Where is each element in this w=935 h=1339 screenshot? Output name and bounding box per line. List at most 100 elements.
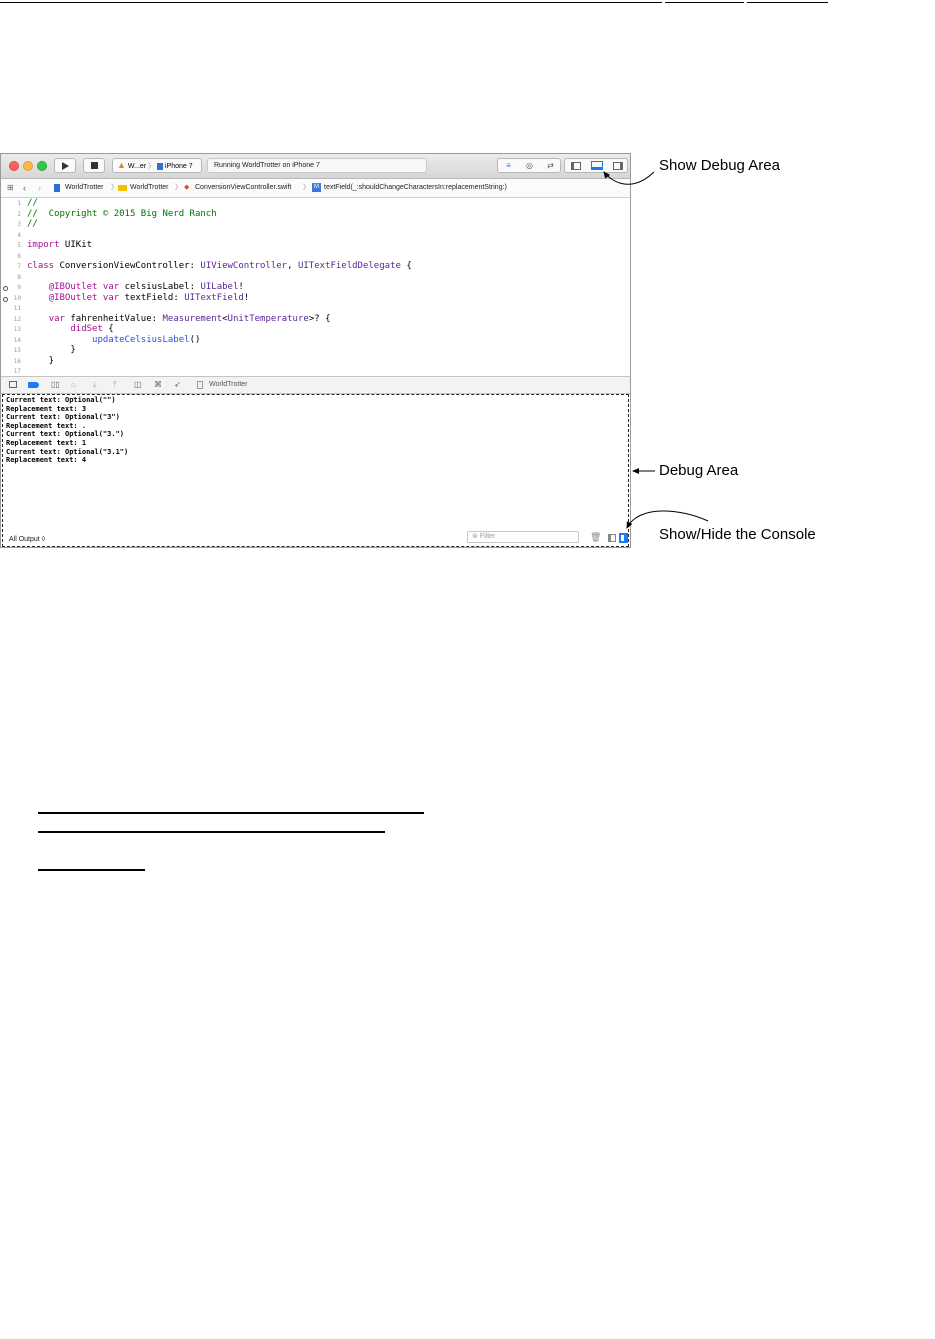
- device-icon: [157, 162, 164, 170]
- xcode-window: ▲ W...er 〉 iPhone 7 Running WorldTrotter…: [0, 153, 631, 548]
- code-line: }: [27, 356, 55, 366]
- line-number: 15: [13, 347, 21, 354]
- debug-target-label: WorldTrotter: [209, 381, 248, 388]
- code-line: //: [27, 198, 38, 208]
- console-line: Current text: Optional("3.1"): [6, 447, 129, 456]
- chevron-right-icon: 〉: [148, 163, 156, 170]
- line-number: 11: [13, 305, 21, 312]
- zoom-window-button[interactable]: [37, 161, 47, 171]
- console-line: Replacement text: .: [6, 421, 87, 430]
- rule: [38, 831, 385, 833]
- method-icon: M: [312, 183, 321, 192]
- rule: [38, 812, 424, 814]
- top-rule-3: [747, 2, 828, 3]
- folder-icon: [118, 185, 127, 191]
- stop-button[interactable]: [83, 158, 105, 173]
- code-line: import UIKit: [27, 240, 93, 250]
- show-utilities-icon[interactable]: [607, 159, 628, 172]
- hide-debug-area-icon[interactable]: [9, 381, 17, 388]
- line-number: 12: [13, 316, 21, 323]
- line-number: 16: [13, 358, 21, 365]
- window-toolbar: ▲ W...er 〉 iPhone 7 Running WorldTrotter…: [1, 154, 630, 179]
- code-line: // Copyright © 2015 Big Nerd Ranch: [27, 209, 217, 219]
- swift-file-icon: ◆: [184, 184, 190, 191]
- play-icon: [61, 162, 69, 170]
- show-debug-area-icon[interactable]: [586, 159, 607, 172]
- stop-icon: [90, 162, 98, 169]
- top-rule-2: [665, 2, 744, 3]
- line-number: 14: [13, 337, 21, 344]
- chevron-right-icon: 〉: [303, 184, 310, 191]
- line-number: 1: [17, 200, 21, 207]
- console-line: Current text: Optional(""): [6, 396, 116, 404]
- line-number: 4: [17, 232, 21, 239]
- jump-bar-item-method[interactable]: textField(_:shouldChangeCharactersIn:rep…: [324, 179, 507, 197]
- pause-icon[interactable]: ▯▯: [51, 377, 60, 393]
- trash-icon[interactable]: 🗑: [590, 532, 601, 543]
- debug-console[interactable]: Current text: Optional("") Replacement t…: [2, 394, 629, 547]
- filter-placeholder: Filter: [479, 533, 496, 540]
- line-number: 2: [17, 211, 21, 218]
- app-icon: ▲: [117, 160, 126, 170]
- callout-show-hide-console: Show/Hide the Console: [659, 526, 816, 543]
- step-out-icon[interactable]: ⤒: [113, 377, 117, 393]
- back-icon[interactable]: ‹: [23, 179, 26, 197]
- show-navigator-icon[interactable]: [565, 159, 586, 172]
- filter-field[interactable]: ⊜ Filter: [467, 531, 579, 543]
- target-icon: [197, 381, 203, 389]
- chevron-right-icon: 〉: [111, 184, 118, 191]
- breakpoints-icon[interactable]: [28, 382, 39, 388]
- jump-bar: ⊞ ‹ › WorldTrotter 〉 WorldTrotter 〉 ◆ Co…: [1, 179, 630, 198]
- outlet-connection-icon[interactable]: [3, 286, 8, 291]
- code-line: //: [27, 219, 38, 229]
- show-variables-view-icon[interactable]: [608, 534, 616, 542]
- line-number: 6: [17, 253, 21, 260]
- code-line: class ConversionViewController: UIViewCo…: [27, 261, 412, 271]
- console-line: Current text: Optional("3."): [6, 430, 125, 439]
- line-number: 5: [17, 242, 21, 249]
- jump-bar-item-file[interactable]: ConversionViewController.swift: [195, 179, 291, 197]
- step-over-icon[interactable]: ⌂: [71, 377, 76, 393]
- run-button[interactable]: [54, 158, 76, 173]
- outlet-connection-icon[interactable]: [3, 297, 8, 302]
- line-number: 8: [17, 274, 21, 281]
- console-line: Replacement text: 1: [6, 439, 87, 447]
- assistant-editor-icon[interactable]: ◎: [519, 159, 540, 172]
- jump-bar-item-project[interactable]: WorldTrotter: [65, 179, 104, 197]
- close-window-button[interactable]: [9, 161, 19, 171]
- source-editor[interactable]: 1 2 3 4 5 6 7 8 9 10 11 12 13 14 15 16 1…: [1, 198, 630, 376]
- show-console-icon[interactable]: [619, 533, 628, 543]
- forward-icon[interactable]: ›: [38, 179, 41, 197]
- location-icon[interactable]: ➶: [174, 377, 181, 393]
- scheme-selector[interactable]: ▲ W...er 〉 iPhone 7: [112, 158, 202, 173]
- rule: [38, 869, 145, 871]
- activity-viewer: Running WorldTrotter on iPhone 7: [207, 158, 427, 173]
- console-line: Replacement text: 4: [6, 456, 87, 465]
- view-hierarchy-icon[interactable]: ◫: [134, 377, 142, 393]
- top-rule: [0, 2, 662, 3]
- minimize-window-button[interactable]: [23, 161, 33, 171]
- step-into-icon[interactable]: ⤓: [93, 377, 97, 393]
- line-number: 13: [13, 326, 21, 333]
- code-line: @IBOutlet var textField: UITextField!: [48, 293, 250, 303]
- line-number: 3: [17, 221, 21, 228]
- console-line: Replacement text: 3: [6, 404, 87, 413]
- callout-show-debug-area: Show Debug Area: [659, 157, 780, 174]
- project-icon: [54, 184, 60, 192]
- chevron-right-icon: 〉: [175, 184, 182, 191]
- code-line: }: [27, 345, 76, 355]
- code-line: didSet {: [70, 324, 114, 334]
- version-editor-icon[interactable]: ⇄: [540, 159, 561, 172]
- memory-graph-icon[interactable]: ⌘: [154, 377, 162, 393]
- related-items-icon[interactable]: ⊞: [7, 179, 14, 197]
- scheme-device-label: iPhone 7: [165, 163, 193, 170]
- standard-editor-icon[interactable]: ≡: [498, 159, 519, 172]
- output-selector[interactable]: All Output ◊: [9, 536, 45, 543]
- editor-mode-control: ≡ ◎ ⇄: [497, 158, 561, 173]
- code-line: @IBOutlet var celsiusLabel: UILabel!: [48, 282, 244, 292]
- line-number: 9: [17, 284, 21, 291]
- scheme-target-label: W...er: [127, 163, 147, 170]
- line-number: 17: [13, 368, 21, 375]
- line-number: 7: [17, 263, 21, 270]
- jump-bar-item-group[interactable]: WorldTrotter: [130, 179, 169, 197]
